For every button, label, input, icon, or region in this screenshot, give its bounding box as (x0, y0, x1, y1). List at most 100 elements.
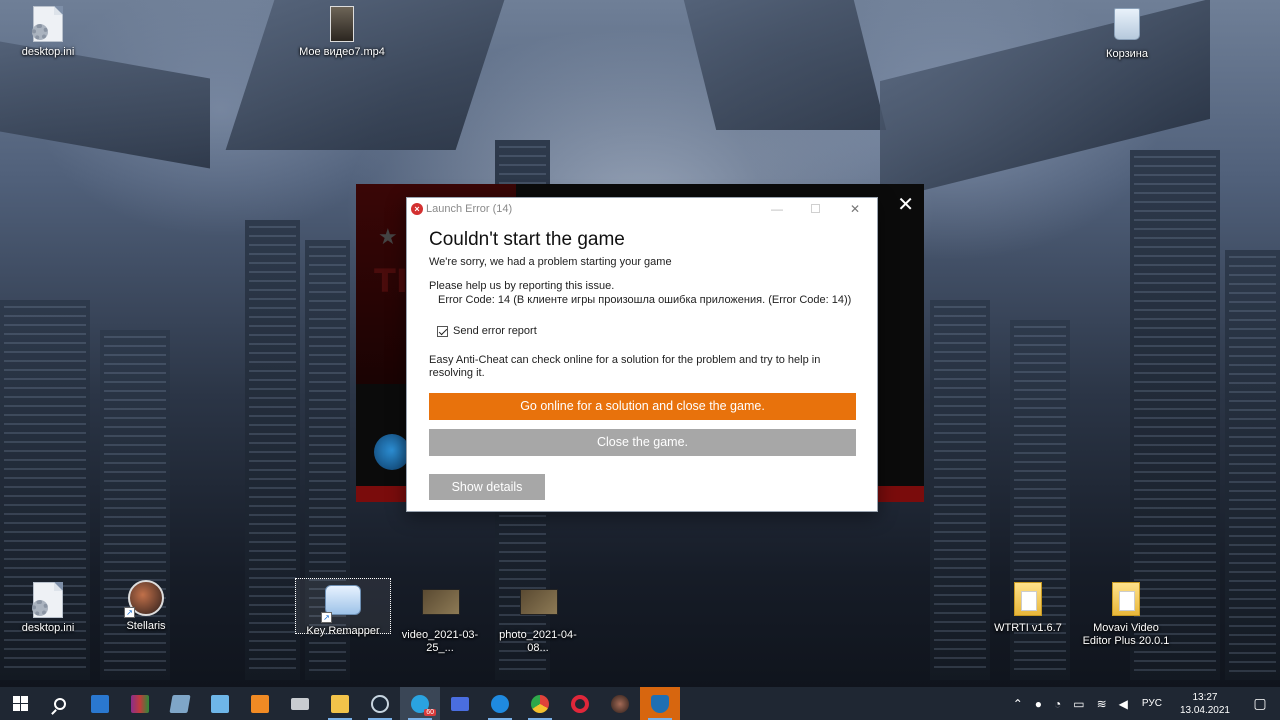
windows-logo-icon (12, 696, 28, 711)
taskbar-app-blue[interactable] (480, 687, 520, 720)
desktop-icon-label: video_2021-03-25_... (401, 629, 479, 654)
clock[interactable]: 13:27 13.04.2021 (1180, 691, 1230, 717)
folder-icon (1010, 582, 1046, 618)
clock-time: 13:27 (1192, 691, 1218, 703)
taskbar-mail[interactable] (80, 687, 120, 720)
desktop-icon-video-2021[interactable]: video_2021-03-25_... (392, 584, 488, 655)
winrar-icon (131, 694, 149, 713)
chevron-up-icon[interactable]: ⌃ (1013, 697, 1023, 711)
desktop-icon-recycle-bin[interactable]: Корзина (1079, 6, 1175, 61)
background-structure (683, 0, 887, 130)
video-file-icon (324, 6, 360, 42)
video-thumbnail-icon (422, 589, 460, 625)
taskbar-telegram[interactable]: 60 (400, 687, 440, 720)
gear-icon (491, 694, 509, 713)
volume-icon[interactable]: ◀ (1119, 697, 1128, 711)
taskbar-computer[interactable] (200, 687, 240, 720)
desktop-icon-label: desktop.ini (21, 622, 75, 634)
taskbar-game[interactable] (600, 687, 640, 720)
taskbar-anticheat[interactable] (640, 687, 680, 720)
start-button[interactable] (0, 687, 40, 720)
dialog-headline: Couldn't start the game (429, 229, 625, 250)
chrome-icon (531, 694, 549, 713)
desktop-icon-desktop-ini-top[interactable]: desktop.ini (0, 6, 96, 59)
launcher-logo-text: TI (374, 262, 408, 300)
taskbar-steam[interactable] (360, 687, 400, 720)
star-icon: ★ (378, 224, 398, 249)
easy-anti-cheat-logo-icon (374, 434, 410, 470)
shield-icon (651, 694, 669, 713)
desktop-icon-label: Key Remapper (306, 625, 380, 637)
desktop-icon-key-remapper[interactable]: ↗ Key Remapper (295, 582, 391, 638)
desktop-icon-label: desktop.ini (21, 46, 75, 58)
desktop-icon-label: photo_2021-04-08... (499, 629, 577, 654)
background-structure (0, 41, 210, 169)
send-report-checkbox[interactable] (437, 325, 448, 337)
desktop-icon-wtrti[interactable]: WTRTI v1.6.7 (980, 582, 1076, 635)
photo-thumbnail-icon (520, 589, 558, 625)
background-tower (245, 220, 300, 680)
desktop-icon-stellaris[interactable]: ↗ Stellaris (98, 580, 194, 633)
desktop-icon-desktop-ini-bottom[interactable]: desktop.ini (0, 582, 96, 635)
show-details-button[interactable]: Show details (429, 474, 545, 500)
dialog-title: Launch Error (14) (426, 203, 513, 215)
taskbar-notes[interactable] (160, 687, 200, 720)
taskbar-winrar[interactable] (120, 687, 160, 720)
folder-icon (1108, 582, 1144, 618)
maximize-icon (810, 204, 820, 213)
desktop-icon-label: Мое видео7.mp4 (299, 46, 385, 58)
opera-icon (571, 694, 589, 713)
error-icon: × (411, 203, 423, 215)
folder-icon (331, 694, 349, 713)
desktop-icon-label: WTRTI v1.6.7 (994, 622, 1062, 634)
battery-icon[interactable]: ▭ (1073, 697, 1084, 711)
close-game-button[interactable]: Close the game. (429, 429, 856, 456)
desktop-icon-label: Stellaris (126, 620, 166, 632)
launcher-close-button[interactable]: ✕ (897, 192, 914, 217)
key-remapper-icon: ↗ (321, 585, 361, 623)
steam-icon (371, 694, 389, 713)
taskbar-display[interactable] (440, 687, 480, 720)
computer-icon (211, 694, 229, 713)
error-code-text: Error Code: 14 (В клиенте игры произошла… (438, 294, 852, 306)
maximize-button[interactable] (801, 200, 829, 218)
background-tower (1225, 250, 1280, 680)
send-report-row[interactable]: Send error report (437, 325, 537, 337)
go-online-button[interactable]: Go online for a solution and close the g… (429, 393, 856, 420)
shortcut-arrow-icon: ↗ (321, 612, 332, 623)
shortcut-arrow-icon: ↗ (124, 607, 135, 618)
notifications-icon[interactable]: ▢ (1240, 695, 1280, 712)
wifi-icon[interactable]: ≋ (1097, 697, 1107, 711)
system-tray: ⌃ ● ◔ ▭ ≋ ◀ РУС 13:27 13.04.2021 ▢ (1007, 687, 1280, 720)
desktop-icon-label: Movavi Video Editor Plus 20.0.1 (1082, 622, 1170, 647)
taskbar-opera[interactable] (560, 687, 600, 720)
dialog-titlebar[interactable]: × Launch Error (14) — ✕ (407, 198, 877, 220)
taskbar-drive[interactable] (280, 687, 320, 720)
desktop-icon-photo-2021[interactable]: photo_2021-04-08... (490, 584, 586, 655)
send-report-label[interactable]: Send error report (453, 325, 537, 337)
language-indicator[interactable]: РУС (1142, 698, 1162, 709)
launch-error-dialog: × Launch Error (14) — ✕ Couldn't start t… (406, 197, 878, 512)
search-button[interactable] (40, 687, 80, 720)
taskbar-chrome[interactable] (520, 687, 560, 720)
taskbar-explorer[interactable] (320, 687, 360, 720)
desktop-icon-movavi[interactable]: Movavi Video Editor Plus 20.0.1 (1078, 582, 1174, 648)
close-button[interactable]: ✕ (841, 200, 869, 218)
monitor-icon (451, 696, 469, 711)
desktop-icon-label: Корзина (1106, 48, 1148, 60)
help-text: Please help us by reporting this issue. (429, 280, 615, 292)
clock-date: 13.04.2021 (1179, 704, 1230, 716)
minimize-button[interactable]: — (763, 200, 791, 218)
eac-note-text: Easy Anti-Cheat can check online for a s… (429, 354, 821, 379)
mail-icon (91, 694, 109, 713)
settings-file-icon (30, 6, 66, 42)
taskbar-sublime[interactable] (240, 687, 280, 720)
tray-app-icon[interactable]: ● (1035, 697, 1042, 711)
notes-icon (169, 694, 191, 713)
drive-icon (291, 697, 309, 710)
settings-file-icon (30, 582, 66, 618)
game-icon (611, 694, 629, 713)
search-icon (54, 697, 66, 710)
network-icon[interactable]: ◔ (1054, 697, 1061, 711)
desktop-icon-video-mp4[interactable]: Мое видео7.mp4 (294, 6, 390, 59)
